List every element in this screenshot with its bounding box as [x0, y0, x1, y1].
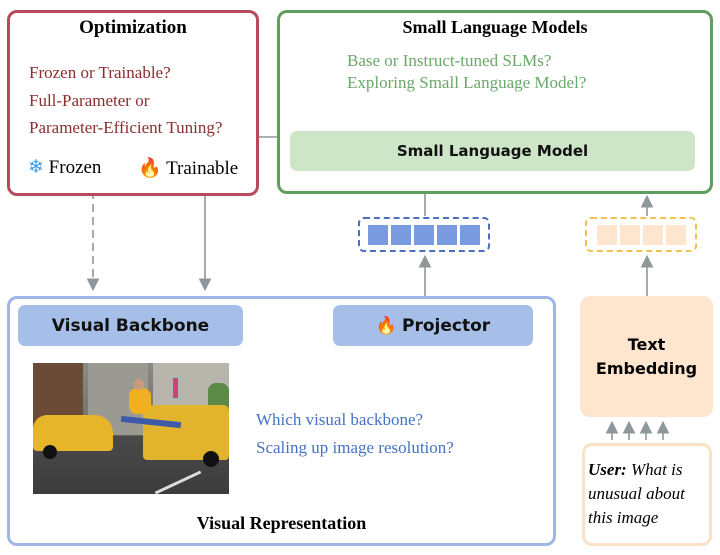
- user-prompt-box: User: What is unusual about this image: [582, 443, 712, 546]
- visual-tokens: [358, 217, 490, 252]
- fire-icon: 🔥: [138, 158, 162, 179]
- text-embedding-label: Embedding: [595, 358, 698, 378]
- fire-icon: 🔥: [375, 315, 397, 336]
- slm-question: Base or Instruct-tuned SLMs?: [347, 51, 552, 70]
- optimization-question: Parameter-Efficient Tuning?: [29, 118, 223, 137]
- user-prompt-text: unusual about: [588, 484, 685, 503]
- small-language-model-label: Small Language Model: [396, 142, 589, 160]
- visual-representation-title: Visual Representation: [196, 513, 367, 533]
- slm-title: Small Language Models: [402, 17, 588, 37]
- projector-block: 🔥 Projector: [333, 305, 533, 346]
- slm-question: Exploring Small Language Model?: [347, 73, 587, 92]
- diagram: Optimization Frozen or Trainable? Full-P…: [0, 0, 720, 555]
- visual-question: Scaling up image resolution?: [256, 438, 454, 457]
- user-prompt-text: this image: [588, 508, 659, 527]
- visual-backbone-label: Visual Backbone: [51, 315, 210, 336]
- visual-question: Which visual backbone?: [256, 410, 424, 429]
- optimization-question: Frozen or Trainable?: [29, 63, 171, 82]
- snowflake-icon: ❄: [28, 157, 44, 178]
- text-tokens: [585, 217, 697, 252]
- user-prompt-text: What is: [626, 460, 683, 479]
- projector-label: Projector: [402, 315, 491, 336]
- small-language-model-block: Small Language Model: [290, 131, 695, 171]
- optimization-title: Optimization: [79, 17, 187, 38]
- optimization-question: Full-Parameter or: [29, 90, 150, 110]
- frozen-label: Frozen: [48, 157, 102, 178]
- trainable-label: Trainable: [166, 158, 239, 179]
- visual-backbone-block: Visual Backbone: [18, 305, 243, 346]
- example-image: [33, 363, 229, 494]
- optimization-panel: Optimization Frozen or Trainable? Full-P…: [7, 10, 259, 196]
- text-embedding-label: Text: [627, 334, 666, 354]
- user-speaker-label: User:: [588, 460, 627, 479]
- text-embedding-block: Text Embedding: [580, 296, 713, 417]
